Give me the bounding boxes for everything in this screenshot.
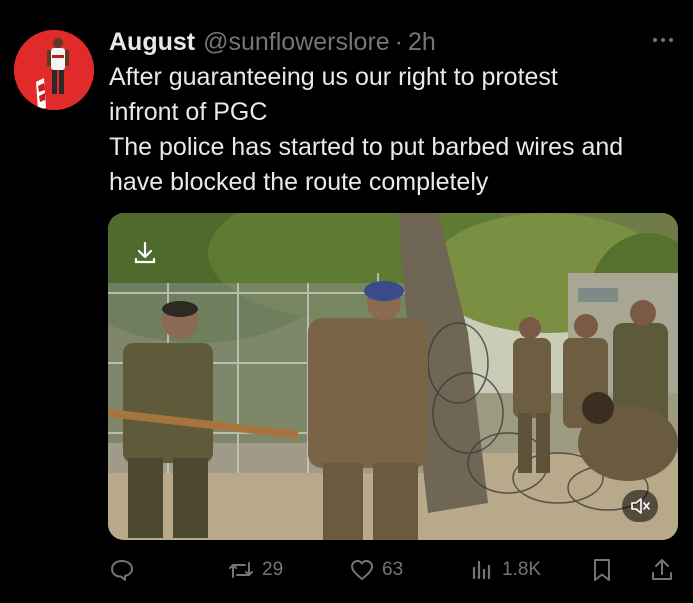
bookmark-button[interactable]	[589, 550, 615, 590]
tweet-text-line: The police has started to put barbed wir…	[109, 133, 624, 161]
action-bar: 29 63 1.8K	[0, 550, 693, 590]
views-button[interactable]: 1.8K	[468, 550, 541, 590]
tweet-text: After guaranteeing us our right to prote…	[109, 60, 684, 200]
more-options-icon[interactable]	[651, 30, 675, 50]
heart-icon	[351, 560, 373, 580]
separator-dot: ·	[394, 28, 403, 56]
bookmark-icon	[594, 559, 610, 581]
avatar[interactable]	[14, 30, 94, 110]
video-frame	[108, 213, 678, 540]
like-button[interactable]: 63	[348, 550, 403, 590]
video-media[interactable]	[108, 213, 678, 540]
person-avatar-icon	[14, 30, 94, 110]
reply-icon	[111, 560, 133, 581]
tweet[interactable]: August @sunflowerslore · 2h After guaran…	[0, 0, 693, 603]
share-icon	[652, 559, 672, 580]
tweet-header: August @sunflowerslore · 2h	[109, 28, 436, 58]
reply-button[interactable]	[108, 550, 136, 590]
tweet-text-line: infront of PGC	[109, 98, 268, 126]
views-count: 1.8K	[502, 559, 542, 580]
retweet-button[interactable]: 29	[226, 550, 283, 590]
display-name[interactable]: August	[109, 28, 195, 57]
like-count: 63	[382, 559, 404, 580]
views-icon	[472, 560, 491, 580]
share-button[interactable]	[648, 550, 676, 590]
speaker-muted-icon[interactable]	[622, 490, 658, 522]
tweet-text-line: After guaranteeing us our right to prote…	[109, 63, 558, 91]
download-icon[interactable]	[130, 238, 160, 268]
user-handle[interactable]: @sunflowerslore	[203, 28, 390, 57]
retweet-icon	[229, 562, 253, 578]
timestamp[interactable]: 2h	[408, 28, 436, 57]
retweet-count: 29	[262, 559, 284, 580]
tweet-text-line: have blocked the route completely	[109, 168, 489, 196]
